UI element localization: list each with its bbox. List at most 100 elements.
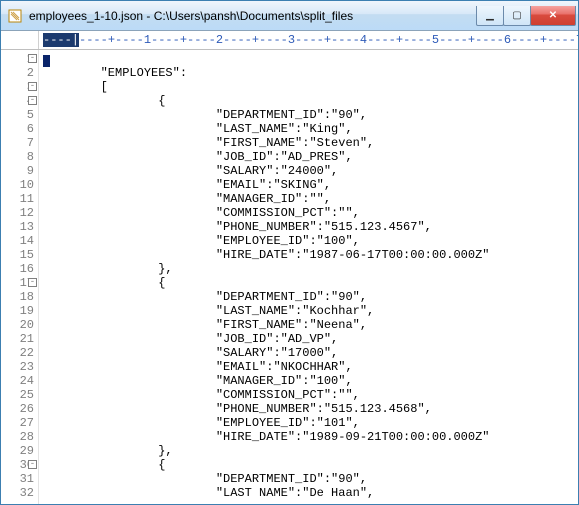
line-number: 26 (1, 402, 36, 416)
code-line[interactable]: "LAST_NAME":"King", (43, 122, 578, 136)
ruler: ----|----+----1----+----2----+----3----+… (1, 31, 578, 50)
code-line[interactable]: "JOB_ID":"AD_VP", (43, 332, 578, 346)
line-number: 14 (1, 234, 36, 248)
code-line[interactable]: { (43, 94, 578, 108)
code-line[interactable]: "LAST NAME":"De Haan", (43, 486, 578, 500)
code-text: "COMMISSION_PCT":"", (43, 206, 360, 220)
code-line[interactable]: "COMMISSION_PCT":"", (43, 388, 578, 402)
line-number: 3- (1, 80, 36, 94)
code-text: "EMPLOYEE_ID":"100", (43, 234, 360, 248)
line-number: 24 (1, 374, 36, 388)
code-line[interactable]: "MANAGER_ID":"100", (43, 374, 578, 388)
editor-area[interactable]: 1-23-4-567891011121314151617-18192021222… (1, 50, 578, 504)
code-line[interactable]: "EMAIL":"NKOCHHAR", (43, 360, 578, 374)
code-text: }, (43, 444, 173, 458)
line-number: 25 (1, 388, 36, 402)
code-text: "EMPLOYEES": (43, 66, 187, 80)
code-line[interactable]: "SALARY":"17000", (43, 346, 578, 360)
line-number: 22 (1, 346, 36, 360)
code-line[interactable]: "DEPARTMENT_ID":"90", (43, 290, 578, 304)
fold-toggle-icon[interactable]: - (28, 54, 37, 63)
code-line[interactable]: "PHONE_NUMBER":"515.123.4567", (43, 220, 578, 234)
code-line[interactable]: "EMPLOYEE_ID":"100", (43, 234, 578, 248)
code-line[interactable] (43, 52, 578, 66)
line-number: 18 (1, 290, 36, 304)
line-number: 31 (1, 472, 36, 486)
code-line[interactable]: [ (43, 80, 578, 94)
minimize-button[interactable]: ▁ (476, 6, 504, 26)
code-line[interactable]: "SALARY":"24000", (43, 164, 578, 178)
code-line[interactable]: "EMPLOYEE_ID":"101", (43, 416, 578, 430)
code-text: [ (43, 80, 108, 94)
line-number: 1- (1, 52, 36, 66)
code-line[interactable]: "HIRE_DATE":"1987-06-17T00:00:00.000Z" (43, 248, 578, 262)
code-text: "FIRST_NAME":"Steven", (43, 136, 374, 150)
code-text: "LAST_NAME":"King", (43, 122, 353, 136)
code-line[interactable]: { (43, 458, 578, 472)
line-number: 12 (1, 206, 36, 220)
code-text: { (43, 276, 165, 290)
text-cursor (43, 55, 50, 67)
line-number: 30- (1, 458, 36, 472)
code-line[interactable]: "EMAIL":"SKING", (43, 178, 578, 192)
code-text: "COMMISSION_PCT":"", (43, 388, 360, 402)
code-line[interactable]: "COMMISSION_PCT":"", (43, 206, 578, 220)
code-text: "LAST_NAME":"Kochhar", (43, 304, 374, 318)
code-text: "SALARY":"24000", (43, 164, 338, 178)
code-line[interactable]: "EMPLOYEES": (43, 66, 578, 80)
code-content[interactable]: "EMPLOYEES": [ { "DEPARTMENT_ID":"90", "… (39, 50, 578, 504)
code-line[interactable]: { (43, 276, 578, 290)
code-text: "JOB_ID":"AD_VP", (43, 332, 338, 346)
maximize-button[interactable]: ▢ (503, 6, 531, 26)
line-number: 5 (1, 108, 36, 122)
ruler-gutter (1, 31, 39, 49)
fold-toggle-icon[interactable]: - (28, 96, 37, 105)
close-button[interactable]: ✕ (530, 6, 576, 26)
code-text: "HIRE_DATE":"1989-09-21T00:00:00.000Z" (43, 430, 489, 444)
editor-window: employees_1-10.json - C:\Users\pansh\Doc… (0, 0, 579, 505)
code-line[interactable]: }, (43, 262, 578, 276)
code-text: "HIRE_DATE":"1987-06-17T00:00:00.000Z" (43, 248, 489, 262)
code-text: { (43, 94, 165, 108)
fold-toggle-icon[interactable]: - (28, 82, 37, 91)
code-text: "DEPARTMENT_ID":"90", (43, 472, 367, 486)
code-line[interactable]: "DEPARTMENT_ID":"90", (43, 108, 578, 122)
line-number: 4- (1, 94, 36, 108)
code-text: "PHONE_NUMBER":"515.123.4568", (43, 402, 432, 416)
line-number: 20 (1, 318, 36, 332)
window-title: employees_1-10.json - C:\Users\pansh\Doc… (29, 9, 477, 23)
fold-toggle-icon[interactable]: - (28, 460, 37, 469)
code-line[interactable]: "MANAGER_ID":"", (43, 192, 578, 206)
code-line[interactable]: "PHONE_NUMBER":"515.123.4568", (43, 402, 578, 416)
code-text: { (43, 458, 165, 472)
code-text: "LAST NAME":"De Haan", (43, 486, 374, 500)
app-icon (7, 8, 23, 24)
code-line[interactable]: "FIRST_NAME":"Neena", (43, 318, 578, 332)
code-text: "DEPARTMENT_ID":"90", (43, 290, 367, 304)
ruler-ticks: ----|----+----1----+----2----+----3----+… (39, 33, 578, 47)
code-text: "MANAGER_ID":"", (43, 192, 331, 206)
line-number: 7 (1, 136, 36, 150)
code-line[interactable]: "FIRST_NAME":"Steven", (43, 136, 578, 150)
line-number: 17- (1, 276, 36, 290)
window-controls: ▁ ▢ ✕ (477, 6, 576, 26)
code-text: "EMPLOYEE_ID":"101", (43, 416, 360, 430)
line-number: 27 (1, 416, 36, 430)
code-line[interactable]: "JOB_ID":"AD_PRES", (43, 150, 578, 164)
code-line[interactable]: "LAST_NAME":"Kochhar", (43, 304, 578, 318)
line-number: 6 (1, 122, 36, 136)
titlebar[interactable]: employees_1-10.json - C:\Users\pansh\Doc… (1, 1, 578, 31)
code-text: "FIRST_NAME":"Neena", (43, 318, 367, 332)
line-number: 16 (1, 262, 36, 276)
line-number: 15 (1, 248, 36, 262)
code-text: "DEPARTMENT_ID":"90", (43, 108, 367, 122)
line-number: 19 (1, 304, 36, 318)
code-text: "EMAIL":"SKING", (43, 178, 331, 192)
code-line[interactable]: }, (43, 444, 578, 458)
fold-toggle-icon[interactable]: - (28, 278, 37, 287)
code-line[interactable]: "HIRE_DATE":"1989-09-21T00:00:00.000Z" (43, 430, 578, 444)
line-number: 29 (1, 444, 36, 458)
line-number-gutter: 1-23-4-567891011121314151617-18192021222… (1, 50, 39, 504)
code-line[interactable]: "DEPARTMENT_ID":"90", (43, 472, 578, 486)
line-number: 32 (1, 486, 36, 500)
